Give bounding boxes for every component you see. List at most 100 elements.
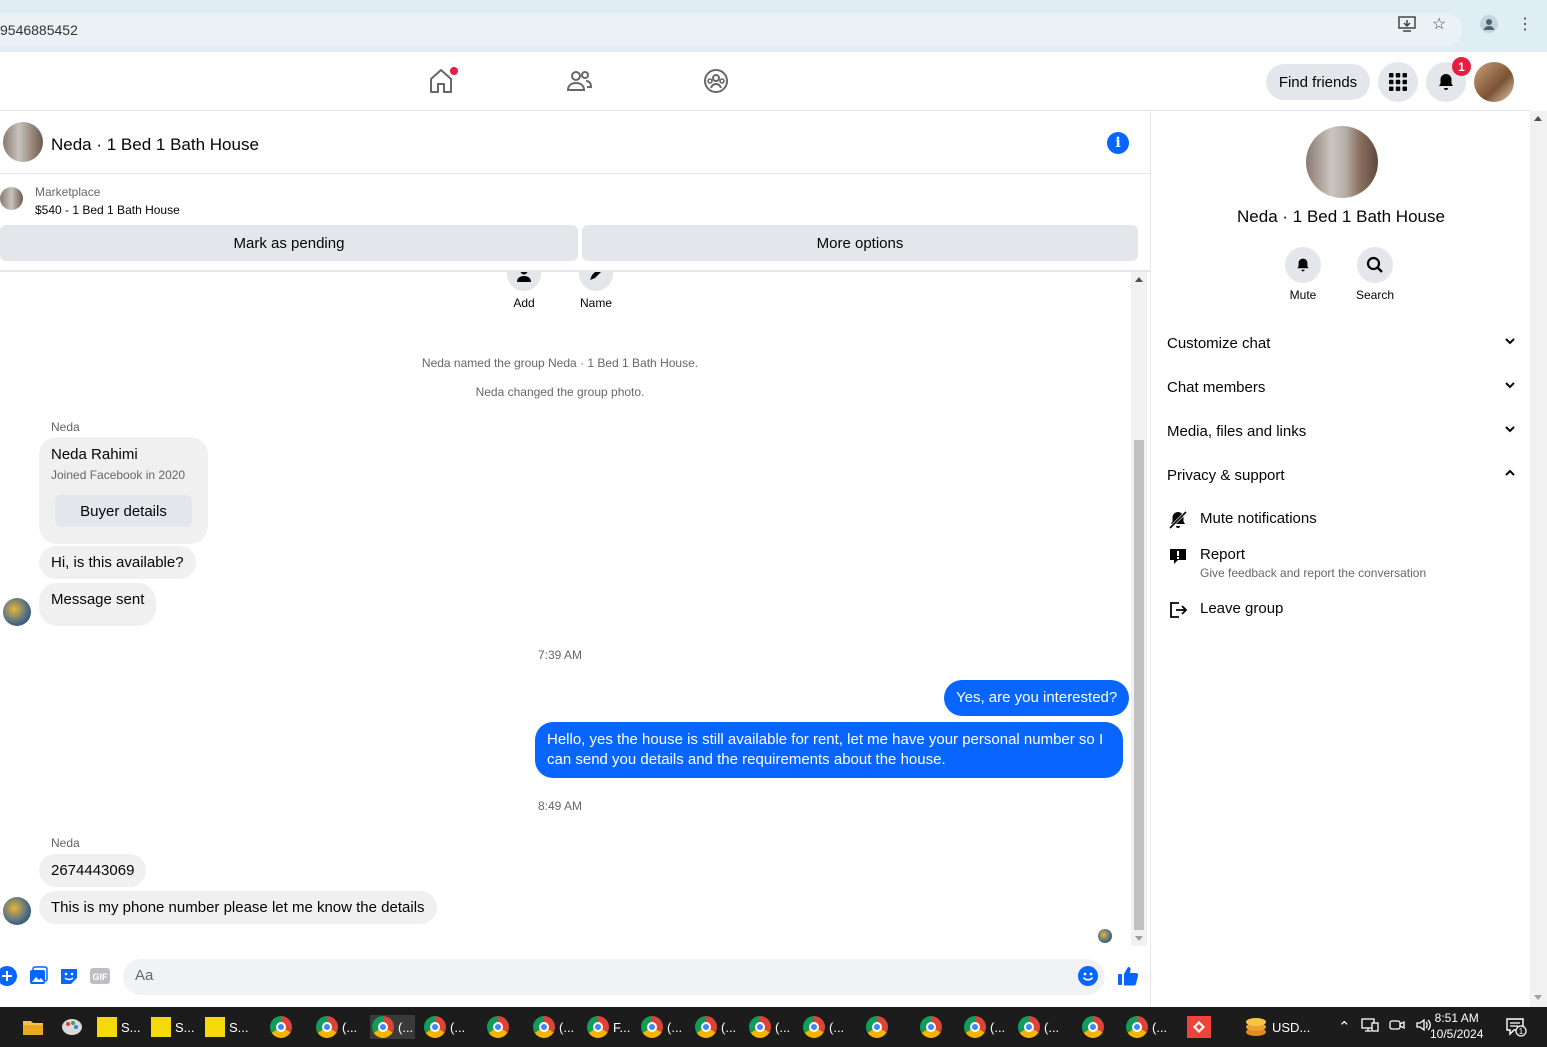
system-tray[interactable]: ⌃	[1338, 1015, 1433, 1039]
chrome-window[interactable]	[920, 1015, 942, 1039]
sticker-icon[interactable]	[58, 965, 80, 987]
customize-chat-row[interactable]: Customize chat	[1167, 329, 1517, 357]
incoming-message[interactable]: Hi, is this available?	[39, 546, 196, 579]
clock-date: 10/5/2024	[1430, 1027, 1484, 1041]
notification-center-count: 1	[1519, 1027, 1524, 1036]
more-options-button[interactable]: More options	[582, 225, 1138, 261]
chrome-icon	[803, 1016, 825, 1038]
chrome-window[interactable]: (...	[424, 1015, 465, 1039]
file-explorer-icon[interactable]	[22, 1015, 44, 1039]
currency-widget[interactable]: USD...	[1244, 1015, 1310, 1039]
plus-icon[interactable]	[0, 965, 18, 987]
sticky-notes-app[interactable]: S...	[151, 1015, 195, 1039]
bookmark-star-icon[interactable]: ☆	[1428, 13, 1450, 35]
url-text[interactable]: 9546885452	[0, 22, 78, 38]
outgoing-message[interactable]: Hello, yes the house is still available …	[535, 722, 1123, 778]
incoming-message[interactable]: This is my phone number please let me kn…	[39, 891, 437, 924]
name-group-button[interactable]	[579, 272, 613, 291]
add-label: Add	[513, 296, 535, 310]
scroll-thumb[interactable]	[1134, 440, 1144, 930]
sticky-notes-app[interactable]: S...	[205, 1015, 249, 1039]
search-icon[interactable]	[1357, 247, 1393, 283]
chrome-window[interactable]: (...	[641, 1015, 682, 1039]
group-avatar[interactable]	[1306, 126, 1378, 198]
chrome-icon	[372, 1016, 394, 1038]
sticky-notes-app[interactable]: S...	[97, 1015, 141, 1039]
buyer-name: Neda Rahimi	[51, 446, 138, 463]
chrome-window[interactable]: F...	[587, 1015, 630, 1039]
message-list[interactable]: Add Name Neda named the group Neda · 1 B…	[0, 272, 1130, 946]
chrome-window[interactable]: (...	[1126, 1015, 1167, 1039]
sender-avatar[interactable]	[3, 598, 31, 626]
leave-exit-icon	[1168, 600, 1188, 624]
leave-group-item[interactable]: Leave group	[1168, 600, 1283, 624]
chrome-window[interactable]: (...	[533, 1015, 574, 1039]
profile-icon[interactable]	[1478, 13, 1500, 35]
timestamp: 8:49 AM	[537, 799, 583, 813]
emoji-icon[interactable]	[1077, 965, 1099, 987]
name-label: Name	[579, 296, 612, 310]
notification-center-icon[interactable]: 1	[1505, 1015, 1527, 1039]
chat-avatar[interactable]	[3, 122, 43, 162]
anydesk-icon[interactable]	[1187, 1015, 1211, 1039]
chrome-window[interactable]: (...	[1018, 1015, 1059, 1039]
groups-icon[interactable]	[701, 66, 731, 96]
sender-avatar[interactable]	[3, 897, 31, 925]
taskbar-label: (...	[1044, 1019, 1060, 1035]
account-avatar[interactable]	[1474, 62, 1514, 102]
mute-notifications-item[interactable]: Mute notifications	[1168, 510, 1317, 534]
page-scrollbar[interactable]	[1530, 111, 1547, 1007]
chrome-window[interactable]: (...	[749, 1015, 790, 1039]
chrome-window[interactable]	[270, 1015, 292, 1039]
address-bar[interactable]: 9546885452	[0, 13, 1462, 47]
friends-icon[interactable]	[564, 66, 594, 96]
chrome-window-active[interactable]: (...	[370, 1015, 416, 1039]
meet-now-icon[interactable]	[1388, 1017, 1405, 1037]
system-clock[interactable]: 8:51 AM 10/5/2024	[1430, 1010, 1483, 1042]
browser-menu-icon[interactable]: ⋮	[1514, 13, 1536, 35]
chrome-window[interactable]: (...	[695, 1015, 736, 1039]
buyer-joined: Joined Facebook in 2020	[51, 468, 186, 482]
find-friends-button[interactable]: Find friends	[1266, 64, 1370, 100]
message-scrollbar[interactable]	[1131, 272, 1147, 946]
mute-bell-icon[interactable]	[1285, 247, 1321, 283]
timestamp: 7:39 AM	[537, 648, 583, 662]
report-item[interactable]: Report Give feedback and report the conv…	[1168, 546, 1426, 580]
listing-title[interactable]: $540 - 1 Bed 1 Bath House	[35, 203, 180, 217]
system-message: Neda changed the group photo.	[475, 385, 645, 399]
taskbar-label: S...	[229, 1019, 249, 1035]
menu-grid-icon[interactable]	[1378, 62, 1418, 102]
photo-icon[interactable]	[27, 965, 49, 987]
scroll-up-arrow-icon[interactable]	[1534, 116, 1542, 121]
incoming-message[interactable]: 2674443069	[39, 854, 147, 887]
paint-app-icon[interactable]	[60, 1015, 84, 1039]
outgoing-message[interactable]: Yes, are you interested?	[944, 680, 1130, 716]
like-thumbs-up-icon[interactable]	[1117, 965, 1139, 987]
chrome-window[interactable]: (...	[316, 1015, 357, 1039]
chat-title[interactable]: Neda · 1 Bed 1 Bath House	[51, 135, 259, 155]
message-input[interactable]: Aa	[123, 959, 1105, 995]
chat-members-row[interactable]: Chat members	[1167, 373, 1517, 401]
gif-icon[interactable]: GIF	[89, 965, 111, 987]
chrome-window[interactable]: (...	[803, 1015, 844, 1039]
scroll-down-arrow-icon[interactable]	[1135, 936, 1143, 941]
chrome-window[interactable]	[866, 1015, 888, 1039]
taskbar-label: (...	[667, 1019, 683, 1035]
conversation-info-icon[interactable]: i	[1107, 132, 1129, 154]
chrome-window[interactable]	[1082, 1015, 1104, 1039]
scroll-down-arrow-icon[interactable]	[1534, 995, 1542, 1000]
add-people-button[interactable]	[507, 272, 541, 291]
mark-as-pending-button[interactable]: Mark as pending	[0, 225, 578, 261]
listing-thumbnail[interactable]	[0, 187, 23, 210]
tray-chevron-up-icon[interactable]: ⌃	[1338, 1018, 1351, 1036]
chrome-window[interactable]	[487, 1015, 509, 1039]
media-files-links-row[interactable]: Media, files and links	[1167, 417, 1517, 445]
buyer-details-button[interactable]: Buyer details	[55, 495, 192, 527]
scroll-up-arrow-icon[interactable]	[1135, 277, 1143, 282]
incoming-message[interactable]: Message sent	[39, 583, 157, 626]
install-app-icon[interactable]	[1396, 13, 1418, 35]
chrome-window[interactable]: (...	[964, 1015, 1005, 1039]
taskbar-label: (...	[829, 1019, 845, 1035]
privacy-support-row[interactable]: Privacy & support	[1167, 461, 1517, 489]
network-icon[interactable]	[1360, 1017, 1379, 1037]
